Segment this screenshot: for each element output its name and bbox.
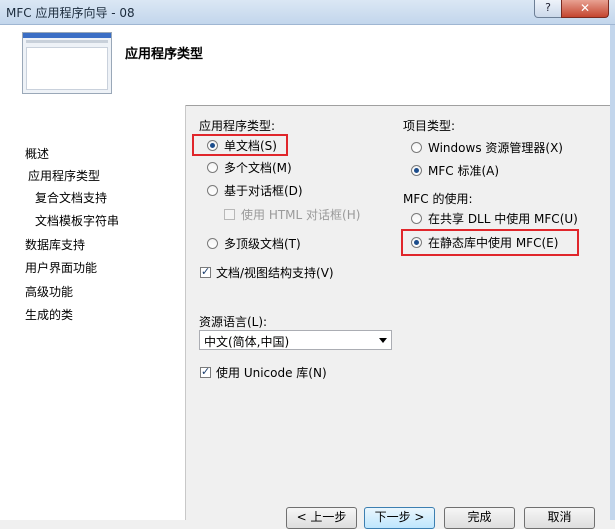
radio-multiple-docs[interactable] bbox=[207, 162, 218, 173]
nav-item-generated-classes[interactable]: 生成的类 bbox=[25, 306, 73, 323]
shared-dll-label[interactable]: 在共享 DLL 中使用 MFC(U) bbox=[428, 210, 578, 227]
mfc-use-group-label: MFC 的使用: bbox=[403, 192, 473, 206]
nav-item-app-type[interactable]: 应用程序类型 bbox=[28, 167, 100, 184]
nav-item-ui-features[interactable]: 用户界面功能 bbox=[25, 259, 97, 276]
help-icon: ? bbox=[545, 1, 551, 14]
unicode-label[interactable]: 使用 Unicode 库(N) bbox=[216, 364, 327, 381]
wizard-nav: 概述 应用程序类型 复合文档支持 文档模板字符串 数据库支持 用户界面功能 高级… bbox=[0, 105, 186, 520]
content-panel: 应用程序类型: 单文档(S) 多个文档(M) 基于对话框(D) 使用 HTML … bbox=[186, 105, 610, 529]
app-preview-icon bbox=[22, 32, 112, 94]
static-lib-label[interactable]: 在静态库中使用 MFC(E) bbox=[428, 234, 558, 251]
multiple-docs-label[interactable]: 多个文档(M) bbox=[224, 159, 292, 176]
back-button[interactable]: < 上一步 bbox=[286, 507, 357, 529]
doc-view-checkbox[interactable] bbox=[200, 265, 211, 278]
next-button[interactable]: 下一步 > bbox=[364, 507, 435, 529]
nav-item-advanced[interactable]: 高级功能 bbox=[25, 283, 73, 300]
resource-language-label: 资源语言(L): bbox=[199, 315, 268, 329]
radio-static-lib[interactable] bbox=[411, 237, 422, 248]
project-type-group-label: 项目类型: bbox=[403, 119, 456, 133]
radio-single-doc[interactable] bbox=[207, 140, 218, 151]
mfc-standard-label[interactable]: MFC 标准(A) bbox=[428, 162, 499, 179]
dialog-body: 应用程序类型 概述 应用程序类型 复合文档支持 文档模板字符串 数据库支持 用户… bbox=[0, 25, 615, 529]
dialog-based-label[interactable]: 基于对话框(D) bbox=[224, 182, 303, 199]
windows-explorer-label[interactable]: Windows 资源管理器(X) bbox=[428, 139, 563, 156]
radio-windows-explorer[interactable] bbox=[411, 142, 422, 153]
app-type-group-label: 应用程序类型: bbox=[199, 119, 276, 133]
nav-item-overview[interactable]: 概述 bbox=[25, 145, 49, 162]
wizard-header: 应用程序类型 bbox=[0, 25, 610, 106]
dropdown-arrow-icon bbox=[379, 338, 387, 343]
cancel-button[interactable]: 取消 bbox=[524, 507, 595, 529]
resource-language-select[interactable]: 中文(简体,中国) bbox=[199, 330, 392, 350]
radio-dialog-based[interactable] bbox=[207, 185, 218, 196]
doc-view-label[interactable]: 文档/视图结构支持(V) bbox=[216, 264, 334, 281]
title-bar[interactable]: MFC 应用程序向导 - 08 ? ✕ bbox=[0, 0, 615, 25]
help-button[interactable]: ? bbox=[534, 0, 562, 18]
finish-button[interactable]: 完成 bbox=[444, 507, 515, 529]
radio-mfc-standard[interactable] bbox=[411, 165, 422, 176]
nav-item-compound-doc[interactable]: 复合文档支持 bbox=[35, 189, 107, 206]
html-dialog-checkbox[interactable] bbox=[224, 209, 235, 220]
nav-item-doc-template[interactable]: 文档模板字符串 bbox=[35, 212, 119, 229]
nav-item-database[interactable]: 数据库支持 bbox=[25, 236, 85, 253]
close-icon: ✕ bbox=[579, 1, 591, 15]
single-doc-label[interactable]: 单文档(S) bbox=[224, 137, 277, 154]
multi-toplevel-label[interactable]: 多顶级文档(T) bbox=[224, 235, 301, 252]
radio-multi-toplevel[interactable] bbox=[207, 238, 218, 249]
resource-language-value: 中文(简体,中国) bbox=[204, 335, 290, 349]
radio-shared-dll[interactable] bbox=[411, 213, 422, 224]
unicode-checkbox[interactable] bbox=[200, 365, 211, 378]
page-title: 应用程序类型 bbox=[125, 47, 204, 62]
close-button[interactable]: ✕ bbox=[561, 0, 609, 18]
window-title: MFC 应用程序向导 - 08 bbox=[6, 6, 135, 20]
html-dialog-label: 使用 HTML 对话框(H) bbox=[241, 208, 361, 222]
